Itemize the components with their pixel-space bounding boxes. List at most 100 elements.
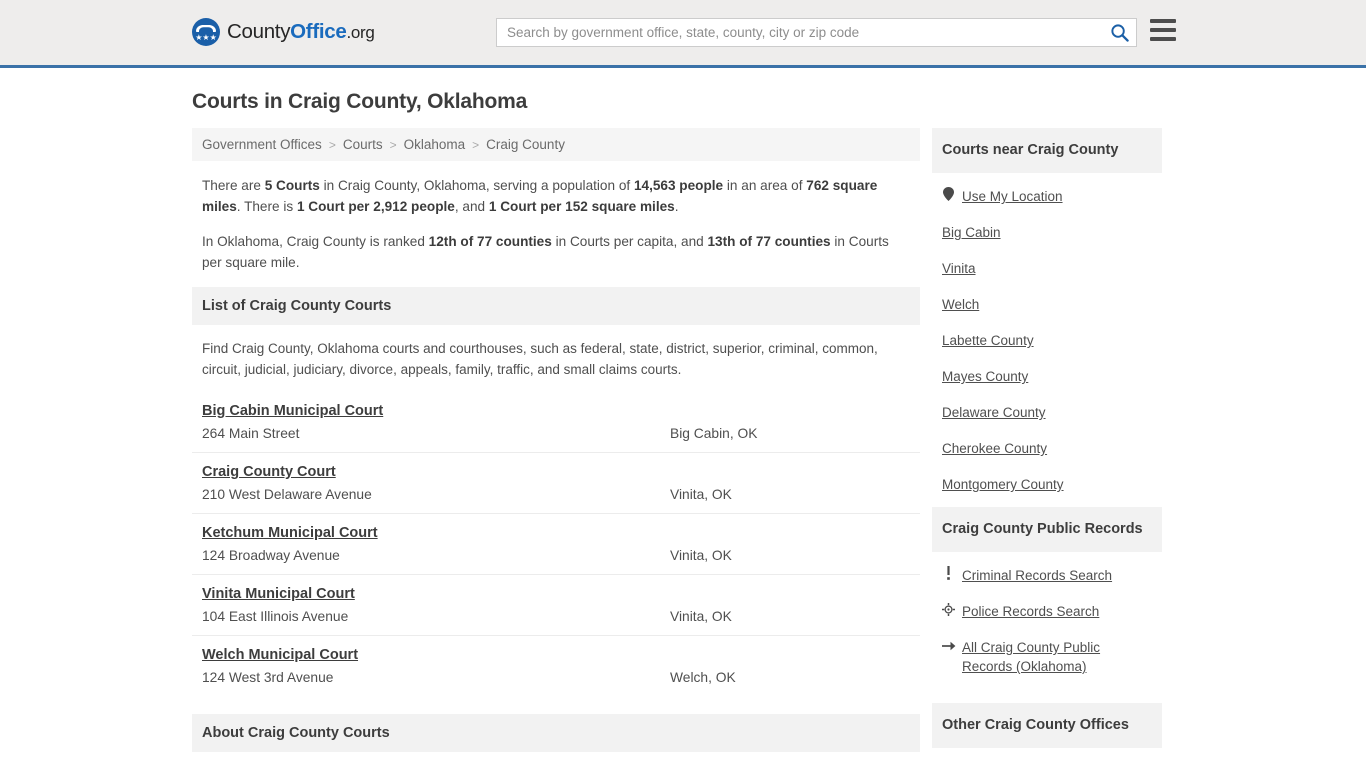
court-name-link[interactable]: Welch Municipal Court <box>202 647 358 663</box>
sidebar-link[interactable]: Labette County <box>942 331 1034 350</box>
sidebar-link[interactable]: Delaware County <box>942 403 1046 422</box>
exclamation-icon <box>942 566 955 585</box>
court-row: Welch Municipal Court 124 West 3rd Avenue… <box>192 635 920 696</box>
court-detail: 264 Main Street Big Cabin, OK <box>202 426 910 441</box>
menu-bar-2 <box>1150 28 1176 32</box>
sidebar-link[interactable]: Montgomery County <box>942 475 1064 494</box>
sidebar-link-row: Delaware County <box>942 395 1152 431</box>
sidebar-link[interactable]: Police Records Search <box>962 602 1099 621</box>
list-section-description: Find Craig County, Oklahoma courts and c… <box>202 341 878 377</box>
court-city-state: Welch, OK <box>670 670 736 685</box>
sidebar-link-row: All Craig County Public Records (Oklahom… <box>942 630 1152 685</box>
about-section-title: About Craig County Courts <box>192 714 920 752</box>
sidebar-link[interactable]: Criminal Records Search <box>962 566 1112 585</box>
court-detail: 124 West 3rd Avenue Welch, OK <box>202 670 910 685</box>
court-city-state: Big Cabin, OK <box>670 426 758 441</box>
site-logo[interactable]: ★★★ CountyOffice.org <box>192 18 375 46</box>
sidebar-link[interactable]: Use My Location <box>962 187 1063 206</box>
sidebar-other-title: Other Craig County Offices <box>932 703 1162 748</box>
court-name-link[interactable]: Ketchum Municipal Court <box>202 525 378 541</box>
intro-stat-highlight: 1 Court per 152 square miles <box>488 199 675 214</box>
court-row: Vinita Municipal Court 104 East Illinois … <box>192 574 920 635</box>
breadcrumb-item[interactable]: Craig County <box>486 137 565 152</box>
sidebar-link[interactable]: Mayes County <box>942 367 1028 386</box>
intro-stat-text: . There is <box>236 199 297 214</box>
intro-stat-highlight: 1 Court per 2,912 people <box>296 199 455 214</box>
sidebar-link-row: Use My Location <box>942 179 1152 215</box>
intro-paragraph-2: In Oklahoma, Craig County is ranked 12th… <box>202 231 910 273</box>
court-row: Craig County Court 210 West Delaware Aven… <box>192 452 920 513</box>
logo-stars: ★★★ <box>195 33 217 42</box>
court-name-link[interactable]: Vinita Municipal Court <box>202 586 355 602</box>
sidebar-link-row: Montgomery County <box>942 467 1152 503</box>
court-address: 264 Main Street <box>202 426 300 441</box>
search-input[interactable] <box>497 19 1102 46</box>
menu-bar-1 <box>1150 19 1176 23</box>
court-address: 210 West Delaware Avenue <box>202 487 372 502</box>
court-detail: 210 West Delaware Avenue Vinita, OK <box>202 487 910 502</box>
intro-rank-text: in Courts per capita, and <box>551 234 708 249</box>
page-container: Courts in Craig County, Oklahoma Governm… <box>0 90 1366 752</box>
intro-stat-highlight: 5 Courts <box>264 178 320 193</box>
sidebar-nearby-links: Use My Location Big Cabin Vinita Welch Labet… <box>932 173 1162 507</box>
main-column: Government Offices > Courts > Oklahoma > Craig… <box>192 128 920 752</box>
map-pin-icon <box>942 187 955 206</box>
court-name-link[interactable]: Big Cabin Municipal Court <box>202 403 383 419</box>
sidebar-nearby-title: Courts near Craig County <box>932 128 1162 173</box>
court-detail: 124 Broadway Avenue Vinita, OK <box>202 548 910 563</box>
sidebar-link-row: Criminal Records Search <box>942 558 1152 594</box>
intro-stat-text: in an area of <box>723 178 807 193</box>
search-button[interactable] <box>1102 19 1136 46</box>
court-city-state: Vinita, OK <box>670 609 732 624</box>
intro-stat-text: . <box>674 199 679 214</box>
sidebar-link-row: Labette County <box>942 323 1152 359</box>
sidebar-link-row: Vinita <box>942 251 1152 287</box>
intro-paragraph-1: There are 5 Courts in Craig County, Okla… <box>202 175 910 217</box>
sidebar-link[interactable]: Vinita <box>942 259 976 278</box>
breadcrumb-separator: > <box>389 137 397 152</box>
content-columns: Government Offices > Courts > Oklahoma > Craig… <box>192 128 1174 752</box>
list-section-title: List of Craig County Courts <box>192 287 920 325</box>
court-list: Big Cabin Municipal Court 264 Main Street… <box>192 392 920 696</box>
arrow-right-icon <box>942 638 956 657</box>
intro-text: There are 5 Courts in Craig County, Okla… <box>192 161 920 273</box>
search-icon <box>1110 24 1129 42</box>
intro-rank-highlight: 12th of 77 counties <box>428 234 552 249</box>
court-address: 124 West 3rd Avenue <box>202 670 334 685</box>
sidebar-link[interactable]: All Craig County Public Records (Oklahom… <box>962 638 1152 676</box>
sidebar-link[interactable]: Welch <box>942 295 979 314</box>
brand-part-org: .org <box>346 23 375 42</box>
breadcrumb: Government Offices > Courts > Oklahoma > Craig… <box>192 128 920 161</box>
eagle-seal-icon: ★★★ <box>192 18 220 46</box>
sidebar-link-row: Police Records Search <box>942 594 1152 630</box>
brand-part-office: Office <box>290 20 347 43</box>
court-row: Big Cabin Municipal Court 264 Main Street… <box>192 392 920 452</box>
breadcrumb-separator: > <box>472 137 480 152</box>
sidebar-link[interactable]: Big Cabin <box>942 223 1001 242</box>
sidebar-link[interactable]: Cherokee County <box>942 439 1047 458</box>
court-city-state: Vinita, OK <box>670 487 732 502</box>
sidebar-records-title: Craig County Public Records <box>932 507 1162 552</box>
brand-part-county: County <box>227 20 291 43</box>
breadcrumb-item[interactable]: Government Offices <box>202 137 322 152</box>
intro-stat-text: , and <box>454 199 489 214</box>
sidebar-link-row: Big Cabin <box>942 215 1152 251</box>
site-header: ★★★ CountyOffice.org <box>0 0 1366 68</box>
page-title: Courts in Craig County, Oklahoma <box>192 90 528 113</box>
sidebar-link-row: Mayes County <box>942 359 1152 395</box>
sidebar-link-row: Welch <box>942 287 1152 323</box>
intro-stat-highlight: 14,563 people <box>633 178 724 193</box>
intro-stat-text: There are <box>202 178 265 193</box>
breadcrumb-item[interactable]: Oklahoma <box>404 137 466 152</box>
police-badge-icon <box>942 602 955 621</box>
hamburger-menu-button[interactable] <box>1150 19 1176 41</box>
court-name-link[interactable]: Craig County Court <box>202 464 336 480</box>
intro-stat-text: in Craig County, Oklahoma, serving a pop… <box>319 178 634 193</box>
intro-rank-text: In Oklahoma, Craig County is ranked <box>202 234 429 249</box>
brand-wordmark: CountyOffice.org <box>227 20 375 44</box>
court-address: 124 Broadway Avenue <box>202 548 340 563</box>
court-address: 104 East Illinois Avenue <box>202 609 349 624</box>
breadcrumb-item[interactable]: Courts <box>343 137 383 152</box>
sidebar-records-links: Criminal Records Search Police Records Se… <box>932 552 1162 689</box>
intro-rank-highlight: 13th of 77 counties <box>707 234 831 249</box>
